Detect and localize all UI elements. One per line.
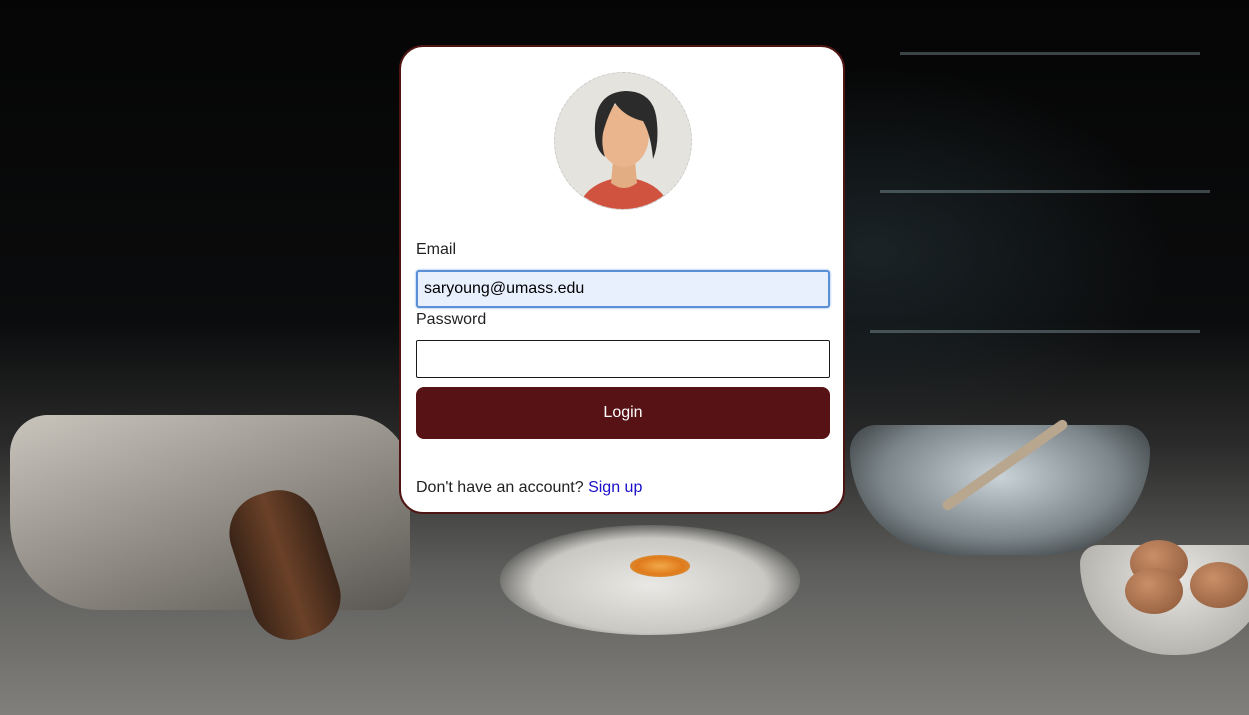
egg: [1190, 562, 1248, 608]
egg: [1125, 568, 1183, 614]
signup-link[interactable]: Sign up: [588, 479, 642, 496]
egg-yolk: [630, 555, 690, 577]
flour-mound: [500, 525, 800, 635]
email-label: Email: [416, 241, 457, 258]
wall-stripe: [900, 52, 1200, 55]
kitchen-cloth: [10, 415, 410, 610]
flour-bowl: [850, 425, 1150, 555]
password-field[interactable]: [416, 340, 830, 378]
password-label: Password: [416, 311, 487, 328]
login-card: Email Password Login Don't have an accou…: [399, 45, 845, 514]
email-field[interactable]: [416, 270, 830, 308]
wall-stripe: [880, 190, 1210, 193]
avatar-illustration: [555, 73, 691, 209]
signup-row: Don't have an account? Sign up: [416, 479, 642, 497]
login-button[interactable]: Login: [416, 387, 830, 439]
wall-stripe: [870, 330, 1200, 333]
signup-prompt: Don't have an account?: [416, 479, 584, 496]
user-avatar-icon: [554, 72, 692, 210]
